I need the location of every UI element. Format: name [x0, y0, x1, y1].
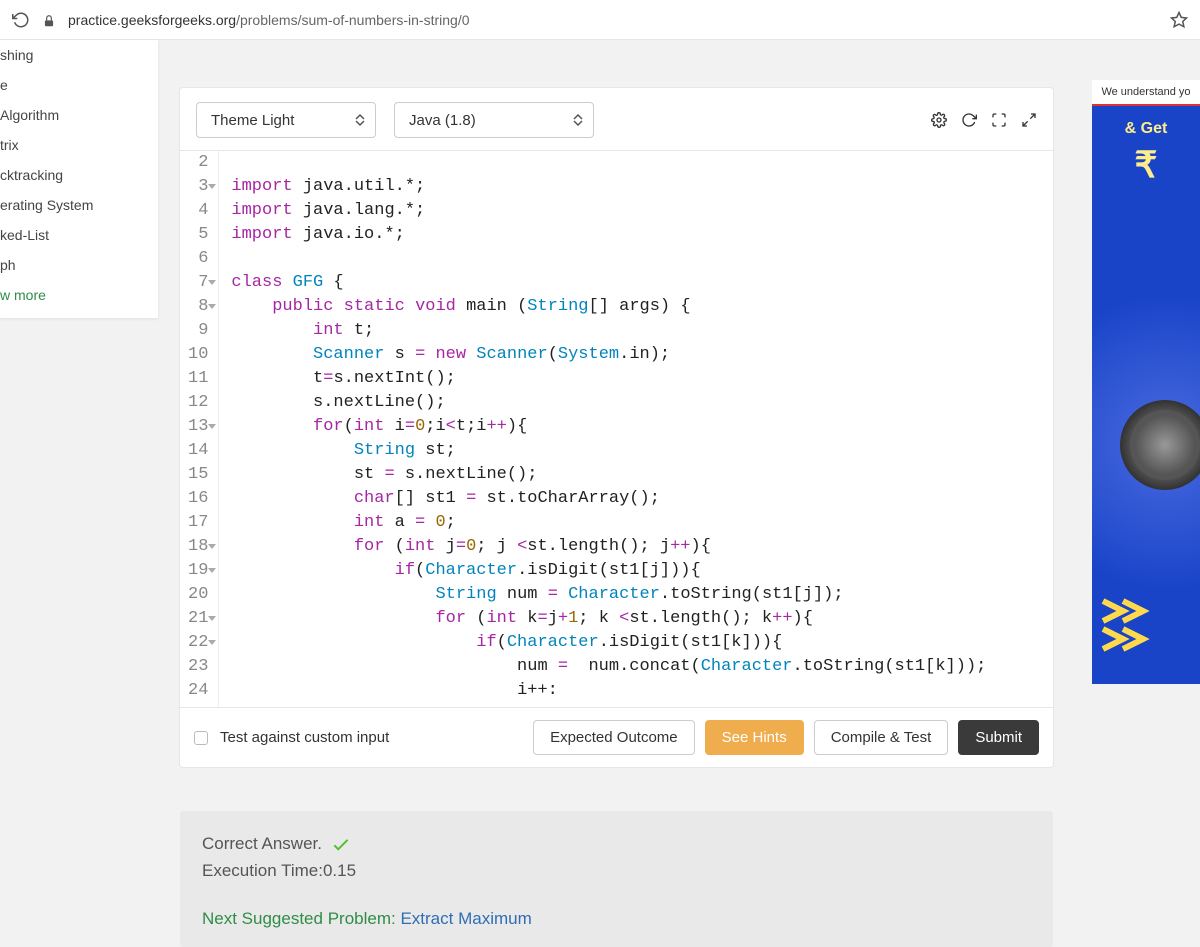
chevron-right-icon	[1098, 596, 1158, 626]
correct-answer-text: Correct Answer.	[202, 834, 322, 854]
editor-toolbar: Theme Light Java (1.8)	[180, 88, 1053, 150]
execution-time: Execution Time:0.15	[202, 861, 1031, 881]
sidebar-item[interactable]: ph	[0, 250, 158, 280]
theme-select-value: Theme Light	[211, 112, 294, 129]
sidebar-item[interactable]: ked-List	[0, 220, 158, 250]
expand-icon[interactable]	[1021, 111, 1037, 129]
main-content: Theme Light Java (1.8)	[158, 40, 1200, 916]
sidebar-item[interactable]: erating System	[0, 190, 158, 220]
star-icon[interactable]	[1170, 11, 1188, 29]
url-text[interactable]: practice.geeksforgeeks.org/problems/sum-…	[68, 12, 1158, 28]
language-select-value: Java (1.8)	[409, 112, 476, 129]
editor-card: Theme Light Java (1.8)	[180, 88, 1053, 767]
sidebar-item[interactable]: shing	[0, 40, 158, 70]
url-host: practice.geeksforgeeks.org	[68, 12, 236, 28]
language-select[interactable]: Java (1.8)	[394, 102, 594, 138]
line-gutter: 23456789101112131415161718192021222324	[180, 151, 219, 707]
checkmark-icon	[330, 833, 352, 855]
submit-button[interactable]: Submit	[958, 720, 1039, 755]
fullscreen-icon[interactable]	[991, 111, 1007, 129]
ad-banner[interactable]: We understand yo & Get ₹	[1092, 80, 1200, 684]
sidebar-item[interactable]: Algorithm	[0, 100, 158, 130]
next-suggested: Next Suggested Problem: Extract Maximum	[202, 909, 1031, 929]
ad-top-text: We understand yo	[1092, 80, 1200, 106]
gear-icon[interactable]	[931, 111, 947, 129]
film-reel-icon	[1120, 400, 1200, 490]
reset-icon[interactable]	[961, 111, 977, 129]
see-hints-button[interactable]: See Hints	[705, 720, 804, 755]
custom-input-checkbox[interactable]	[194, 731, 208, 745]
code-editor[interactable]: 23456789101112131415161718192021222324 i…	[180, 150, 1053, 707]
sidebar-item[interactable]: e	[0, 70, 158, 100]
sidebar-item[interactable]: trix	[0, 130, 158, 160]
editor-footer: Test against custom input Expected Outco…	[180, 707, 1053, 767]
suggest-lead: Next Suggested Problem:	[202, 909, 400, 928]
sidebar-item[interactable]: cktracking	[0, 160, 158, 190]
chevron-updown-icon	[573, 114, 583, 126]
left-sidebar: shing e Algorithm trix cktracking eratin…	[0, 40, 158, 318]
editor-icon-group	[931, 111, 1037, 129]
lock-icon	[42, 13, 56, 27]
browser-url-bar: practice.geeksforgeeks.org/problems/sum-…	[0, 0, 1200, 40]
custom-input-label: Test against custom input	[220, 729, 389, 746]
code-content[interactable]: import java.util.*; import java.lang.*; …	[219, 151, 1053, 707]
url-path: /problems/sum-of-numbers-in-string/0	[236, 12, 469, 28]
ad-get-text: & Get	[1092, 120, 1200, 138]
reload-icon[interactable]	[12, 11, 30, 29]
sidebar-show-more[interactable]: w more	[0, 280, 158, 310]
chevron-right-icon	[1098, 624, 1158, 654]
suggest-link[interactable]: Extract Maximum	[400, 909, 531, 928]
chevron-updown-icon	[355, 114, 365, 126]
compile-test-button[interactable]: Compile & Test	[814, 720, 949, 755]
result-card: Correct Answer. Execution Time:0.15 Next…	[180, 811, 1053, 947]
expected-outcome-button[interactable]: Expected Outcome	[533, 720, 695, 755]
ad-rupee: ₹	[1092, 144, 1200, 186]
theme-select[interactable]: Theme Light	[196, 102, 376, 138]
